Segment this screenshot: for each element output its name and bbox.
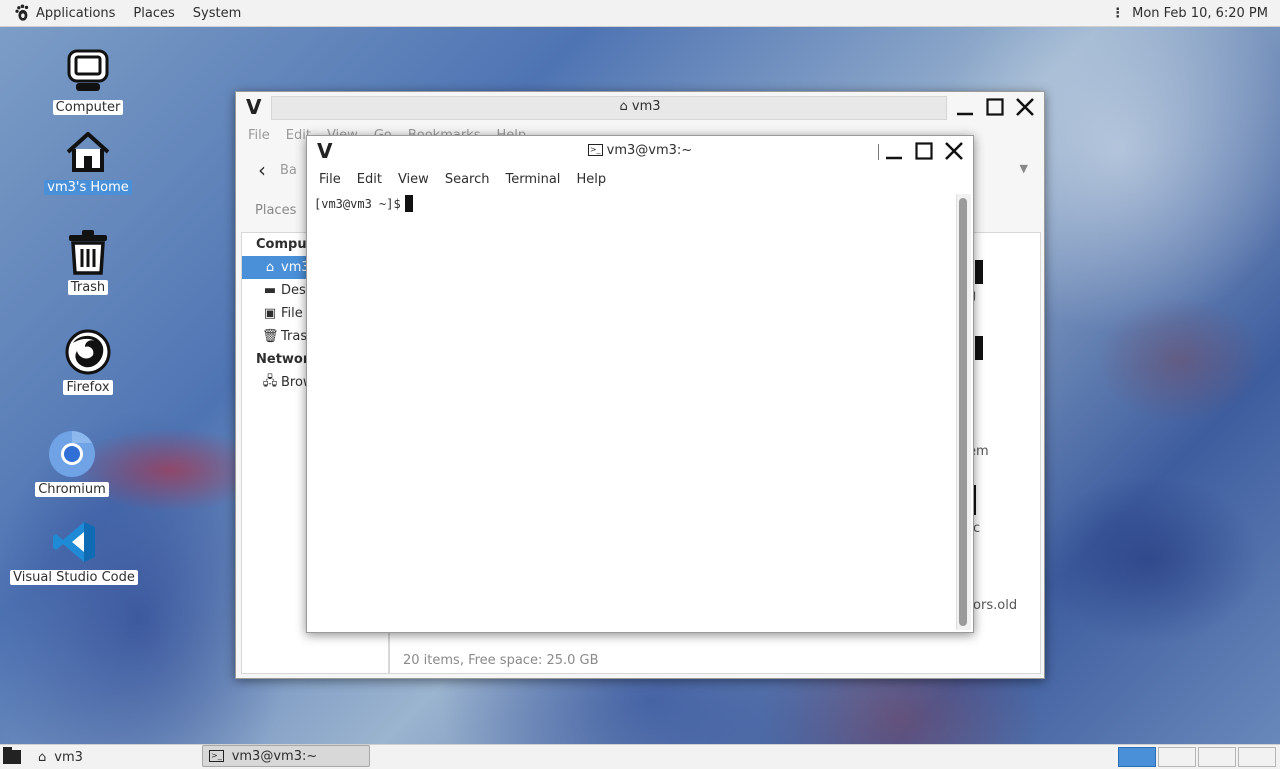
terminal-icon: >_	[587, 144, 603, 156]
window-title-text: vm3@vm3:~	[606, 143, 693, 158]
scrollbar-thumb[interactable]	[959, 198, 967, 626]
vertical-ellipsis-icon[interactable]: ⋮	[1111, 6, 1124, 21]
chromium-icon	[48, 430, 96, 478]
desktop-icon-computer[interactable]: Computer	[43, 48, 133, 115]
taskbar-item-terminal[interactable]: >_ vm3@vm3:~	[202, 745, 370, 767]
file-label-fragment: rors.old	[968, 598, 1018, 613]
file-icon-fragment	[975, 336, 983, 360]
show-desktop-icon[interactable]	[2, 745, 24, 769]
maximize-button[interactable]	[982, 94, 1008, 120]
close-button[interactable]	[941, 138, 967, 164]
desktop-icon-home[interactable]: vm3's Home	[43, 128, 133, 195]
dropdown-chevron-icon[interactable]: ▼	[1020, 162, 1028, 175]
close-icon	[945, 142, 963, 160]
maximize-button[interactable]	[911, 138, 937, 164]
back-label[interactable]: Ba	[280, 163, 297, 178]
drive-icon: ▣	[263, 306, 277, 321]
menu-search[interactable]: Search	[437, 172, 498, 187]
close-icon	[1016, 98, 1034, 116]
maximize-icon	[915, 142, 933, 160]
desktop-icon-firefox[interactable]: Firefox	[43, 328, 133, 395]
menu-file[interactable]: File	[311, 172, 349, 187]
applications-menu[interactable]: Applications	[27, 6, 124, 21]
desktop-icon-label: Visual Studio Code	[10, 570, 138, 585]
minimize-button[interactable]	[952, 94, 978, 120]
bottom-panel: ⌂ vm3 >_ vm3@vm3:~	[0, 744, 1280, 769]
terminal-cursor	[404, 195, 413, 212]
home-icon: ⌂	[265, 260, 275, 275]
taskbar-item-label: vm3	[54, 749, 83, 765]
file-icon-fragment	[975, 260, 983, 284]
trash-icon: 🗑	[262, 329, 279, 344]
home-icon	[64, 128, 112, 176]
desktop-icon-label: vm3's Home	[44, 180, 132, 195]
terminal-prompt-line: [vm3@vm3 ~]$	[314, 195, 413, 212]
home-icon: ⌂	[38, 749, 47, 765]
home-icon: ⌂	[619, 99, 628, 114]
file-manager-title: ⌂ vm3	[236, 99, 1044, 114]
terminal-title: >_ vm3@vm3:~	[307, 143, 973, 158]
desktop-icon-label: Chromium	[35, 482, 109, 497]
desktop-icon-label: Trash	[67, 280, 109, 295]
menu-help[interactable]: Help	[568, 172, 614, 187]
workspace-2[interactable]	[1158, 747, 1196, 767]
maximize-icon	[986, 98, 1004, 116]
workspace-4[interactable]	[1238, 747, 1276, 767]
terminal-prompt: [vm3@vm3 ~]$	[314, 197, 401, 211]
file-manager-titlebar[interactable]: V ⌂ vm3	[236, 92, 1044, 122]
terminal-body[interactable]: [vm3@vm3 ~]$	[307, 192, 955, 630]
terminal-titlebar[interactable]: V >_ vm3@vm3:~	[307, 136, 973, 166]
firefox-icon	[64, 328, 112, 376]
workspace-3[interactable]	[1198, 747, 1236, 767]
minimize-button[interactable]	[881, 138, 907, 164]
vscode-icon	[50, 518, 98, 566]
places-menu[interactable]: Places	[124, 6, 183, 21]
taskbar-item-label: vm3@vm3:~	[231, 748, 318, 764]
menu-view[interactable]: View	[390, 172, 437, 187]
menu-terminal[interactable]: Terminal	[497, 172, 568, 187]
desktop-icon-chromium[interactable]: Chromium	[27, 430, 117, 497]
window-title-text: vm3	[631, 99, 661, 114]
taskbar-item-file-manager[interactable]: ⌂ vm3	[32, 746, 89, 768]
places-label[interactable]: Places	[255, 203, 296, 218]
trash-icon	[64, 228, 112, 276]
network-icon: 🖧	[262, 373, 278, 389]
status-bar: 20 items, Free space: 25.0 GB	[403, 653, 599, 668]
file-label-fragment: c	[973, 521, 981, 536]
system-menu[interactable]: System	[184, 6, 250, 21]
menu-edit[interactable]: Edit	[349, 172, 390, 187]
desktop-icon-label: Computer	[52, 100, 124, 115]
desktop-icon-trash[interactable]: Trash	[43, 228, 133, 295]
titlebar-separator	[878, 144, 879, 160]
desktop-icon-label: Firefox	[63, 380, 113, 395]
computer-monitor-icon	[64, 48, 112, 96]
terminal-window[interactable]: V >_ vm3@vm3:~ File Edit View Search Ter…	[306, 135, 974, 633]
minimize-icon	[886, 156, 902, 160]
minimize-icon	[957, 112, 973, 116]
terminal-menubar: File Edit View Search Terminal Help	[307, 166, 973, 192]
top-panel: Applications Places System ⋮ Mon Feb 10,…	[0, 0, 1280, 27]
clock[interactable]: Mon Feb 10, 6:20 PM	[1132, 6, 1268, 21]
terminal-icon: >_	[209, 750, 224, 762]
desktop-icon-vscode[interactable]: Visual Studio Code	[10, 518, 138, 585]
menu-file[interactable]: File	[240, 128, 278, 143]
back-arrow-icon[interactable]: ‹	[258, 158, 266, 182]
close-button[interactable]	[1012, 94, 1038, 120]
folder-icon: ▬	[263, 283, 277, 298]
workspace-1[interactable]	[1118, 747, 1156, 767]
